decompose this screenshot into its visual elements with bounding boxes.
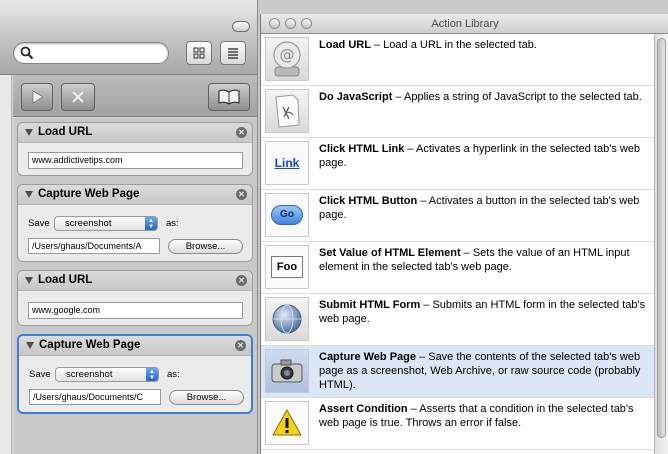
toolbar-toggle-button[interactable] xyxy=(232,21,250,32)
browse-button[interactable]: Browse... xyxy=(169,390,244,405)
library-button[interactable] xyxy=(208,83,250,111)
card-header: Capture Web Page ✕ xyxy=(19,336,251,356)
library-item-text: Submit HTML Form – Submits an HTML form … xyxy=(319,299,646,325)
list-view-button[interactable] xyxy=(220,41,246,65)
library-item-text: Click HTML Button – Activates a button i… xyxy=(319,195,640,221)
library-item-text: Do JavaScript – Applies a string of Java… xyxy=(319,91,642,103)
close-icon[interactable]: ✕ xyxy=(236,275,247,286)
at-sign-icon: @ xyxy=(265,37,309,81)
library-item-text: Capture Web Page – Save the contents of … xyxy=(319,351,641,391)
as-label: as: xyxy=(167,369,180,380)
close-icon[interactable]: ✕ xyxy=(236,189,247,200)
grid-view-button[interactable] xyxy=(186,41,212,65)
card-title: Capture Web Page xyxy=(39,339,141,351)
select-arrows-icon: ▲ ▼ xyxy=(145,217,157,230)
disclosure-triangle-icon[interactable] xyxy=(25,129,33,136)
toolbar xyxy=(0,38,257,75)
action-card-load-url[interactable]: Load URL ✕ www.addictivetips.com xyxy=(17,122,253,176)
url-field[interactable]: www.addictivetips.com xyxy=(28,152,243,169)
disclosure-triangle-icon[interactable] xyxy=(25,277,33,284)
card-title: Load URL xyxy=(38,126,93,138)
card-title: Capture Web Page xyxy=(38,188,140,200)
search-input[interactable] xyxy=(13,42,169,64)
library-item-click-html-link[interactable]: Link Click HTML Link – Activates a hyper… xyxy=(261,138,655,190)
card-header: Capture Web Page ✕ xyxy=(18,185,252,205)
stop-icon xyxy=(72,91,84,103)
action-card-capture-web-page[interactable]: Capture Web Page ✕ Save screenshot ▲ ▼ as… xyxy=(17,334,253,414)
grid-icon xyxy=(193,47,205,59)
select-arrows-icon: ▲ ▼ xyxy=(146,368,158,381)
library-item-do-javascript[interactable]: Do JavaScript – Applies a string of Java… xyxy=(261,86,655,138)
format-select-value: screenshot xyxy=(66,369,113,380)
stop-button[interactable] xyxy=(61,83,95,111)
library-item-text: Set Value of HTML Element – Sets the val… xyxy=(319,247,630,273)
library-item-text: Click HTML Link – Activates a hyperlink … xyxy=(319,143,641,169)
globe-icon xyxy=(265,297,309,341)
svg-text:@: @ xyxy=(280,46,295,64)
card-header: Load URL ✕ xyxy=(18,123,252,143)
scrollbar-thumb[interactable] xyxy=(657,38,666,438)
window-title: Action Library xyxy=(431,18,499,30)
format-select[interactable]: screenshot ▲ ▼ xyxy=(54,216,158,231)
library-item-click-html-button[interactable]: Go Click HTML Button – Activates a butto… xyxy=(261,190,655,242)
text-field-icon: Foo xyxy=(265,245,309,289)
search-icon xyxy=(20,46,34,60)
link-icon-text: Link xyxy=(274,156,300,170)
action-toolbar xyxy=(13,75,257,117)
disclosure-triangle-icon[interactable] xyxy=(26,342,34,349)
action-card-load-url[interactable]: Load URL ✕ www.google.com xyxy=(17,270,253,326)
path-field[interactable]: /Users/ghaus/Documents/C xyxy=(29,389,161,405)
save-label: Save xyxy=(28,218,50,229)
go-button-icon: Go xyxy=(265,193,309,237)
save-label: Save xyxy=(29,369,51,380)
format-select-value: screenshot xyxy=(65,218,112,229)
library-item-assert-condition[interactable]: Assert Condition – Asserts that a condit… xyxy=(261,398,655,450)
workflow-window: Load URL ✕ www.addictivetips.com Capture… xyxy=(0,0,258,454)
library-item-submit-html-form[interactable]: Submit HTML Form – Submits an HTML form … xyxy=(261,294,655,346)
list-icon xyxy=(228,48,238,59)
format-select[interactable]: screenshot ▲ ▼ xyxy=(55,367,159,382)
library-item-text: Assert Condition – Asserts that a condit… xyxy=(319,403,634,429)
browse-button[interactable]: Browse... xyxy=(168,239,243,254)
close-icon[interactable]: ✕ xyxy=(236,127,247,138)
link-icon: Link xyxy=(265,141,309,185)
run-button[interactable] xyxy=(21,83,53,111)
text-field-icon-text: Foo xyxy=(271,256,303,278)
library-item-text: Load URL – Load a URL in the selected ta… xyxy=(319,39,537,51)
as-label: as: xyxy=(166,218,179,229)
card-title: Load URL xyxy=(38,274,93,286)
action-library-window: Action Library @ Load URL – Load a URL i… xyxy=(260,14,668,454)
vertical-scrollbar[interactable] xyxy=(654,34,668,454)
library-item-load-url[interactable]: @ Load URL – Load a URL in the selected … xyxy=(261,34,655,86)
title-bar: Action Library xyxy=(261,14,668,34)
close-icon[interactable]: ✕ xyxy=(235,340,246,351)
camera-icon xyxy=(265,349,309,393)
go-button-icon-text: Go xyxy=(271,205,303,225)
warning-icon xyxy=(265,401,309,445)
card-header: Load URL ✕ xyxy=(18,271,252,291)
disclosure-triangle-icon[interactable] xyxy=(25,191,33,198)
sidebar-edge xyxy=(0,75,12,454)
action-card-capture-web-page[interactable]: Capture Web Page ✕ Save screenshot ▲ ▼ as… xyxy=(17,184,253,262)
workflow-area: Load URL ✕ www.addictivetips.com Capture… xyxy=(13,118,257,454)
book-icon xyxy=(218,89,240,105)
action-library-list: @ Load URL – Load a URL in the selected … xyxy=(261,34,655,454)
script-icon xyxy=(265,89,309,133)
path-field[interactable]: /Users/ghaus/Documents/A xyxy=(28,238,160,254)
library-item-capture-web-page[interactable]: Capture Web Page – Save the contents of … xyxy=(261,346,655,398)
title-bar xyxy=(0,0,257,38)
url-field[interactable]: www.google.com xyxy=(28,302,243,319)
play-icon xyxy=(32,90,44,104)
library-item-set-value[interactable]: Foo Set Value of HTML Element – Sets the… xyxy=(261,242,655,294)
